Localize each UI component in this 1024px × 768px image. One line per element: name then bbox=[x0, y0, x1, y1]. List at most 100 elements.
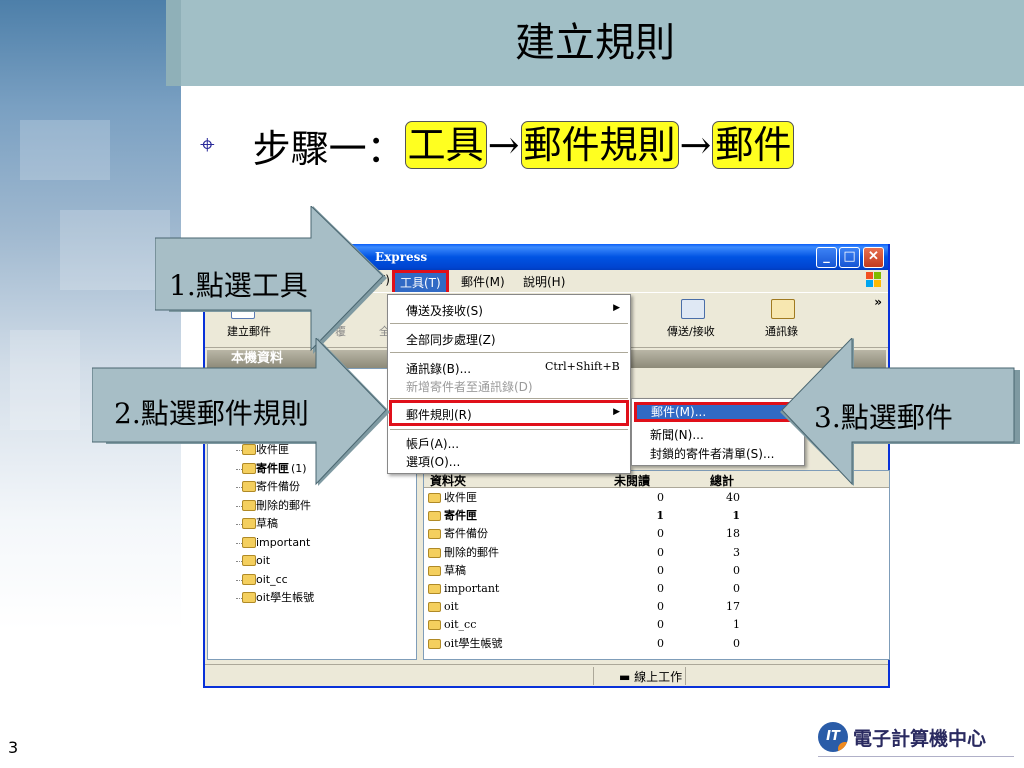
folder-icon bbox=[428, 547, 441, 558]
folder-grid-total: 18 bbox=[726, 527, 740, 541]
folder-grid-total: 40 bbox=[726, 491, 740, 504]
step-instruction: ⌖ 步驟一： 工具 → 郵件規則 → 郵件 bbox=[200, 118, 795, 172]
folder-grid-total: 0 bbox=[733, 581, 740, 595]
menu-item-address-book-shortcut: Ctrl+Shift+B bbox=[545, 360, 620, 373]
submenu-item-blocked-senders[interactable]: 封鎖的寄件者清單(S)... bbox=[650, 445, 774, 462]
tree-folder-label: 草稿 bbox=[256, 517, 278, 530]
slide: 建立規則 ⌖ 步驟一： 工具 → 郵件規則 → 郵件 Express _ □ ✕… bbox=[0, 0, 1024, 768]
send-receive-icon bbox=[681, 299, 705, 319]
menu-item-options[interactable]: 選項(O)... bbox=[406, 453, 460, 470]
folder-icon bbox=[242, 536, 256, 548]
logo-underline bbox=[818, 756, 1014, 757]
page-number: 3 bbox=[8, 738, 19, 757]
tree-folder-item[interactable]: oit_cc bbox=[228, 571, 314, 590]
status-online: ▬ 線上工作 bbox=[619, 668, 682, 685]
menu-separator bbox=[390, 323, 628, 324]
folder-grid-name: important bbox=[444, 581, 500, 595]
col-folder[interactable]: 資料夾 bbox=[430, 472, 466, 489]
callout-3-text: 3.點選郵件 bbox=[814, 401, 953, 434]
folder-grid-unread: 1 bbox=[656, 509, 664, 523]
folder-grid-unread: 0 bbox=[657, 527, 664, 541]
tree-folder-item[interactable]: 草稿 bbox=[228, 515, 314, 534]
folder-grid-row[interactable]: oit學生帳號 0 0 bbox=[424, 635, 889, 653]
menu-help[interactable]: 說明(H) bbox=[523, 273, 565, 290]
submenu-arrow-icon: ▶ bbox=[613, 303, 620, 313]
menu-item-send-receive[interactable]: 傳送及接收(S) bbox=[406, 302, 483, 319]
folder-grid-total: 3 bbox=[733, 545, 740, 559]
step-mail: 郵件 bbox=[712, 121, 795, 169]
toolbar-more-button[interactable]: » bbox=[874, 295, 882, 309]
crosshair-bullet-icon: ⌖ bbox=[200, 129, 215, 160]
folder-grid-total: 17 bbox=[726, 600, 740, 614]
menu-item-mail-rules[interactable]: 郵件規則(R) bbox=[406, 406, 472, 423]
folder-grid-row[interactable]: 寄件匣 1 1 bbox=[424, 507, 889, 525]
computer-icon: ▬ bbox=[619, 670, 635, 684]
folder-grid-name: 收件匣 bbox=[444, 491, 477, 504]
folder-grid-unread: 0 bbox=[657, 636, 664, 650]
tree-folder-label: 刪除的郵件 bbox=[256, 498, 311, 512]
step-tools: 工具 bbox=[404, 121, 487, 169]
close-button[interactable]: ✕ bbox=[863, 247, 884, 268]
folder-grid-row[interactable]: oit_cc 0 1 bbox=[424, 616, 889, 634]
tree-folder-label: oit bbox=[256, 554, 271, 567]
col-total[interactable]: 總計 bbox=[710, 472, 734, 489]
callout-2: 2.點選郵件規則 bbox=[92, 338, 390, 488]
menu-separator bbox=[390, 398, 628, 399]
folder-grid-total: 1 bbox=[733, 618, 740, 632]
menu-item-sync-all[interactable]: 全部同步處理(Z) bbox=[406, 331, 496, 348]
folder-icon bbox=[242, 518, 256, 529]
toolbar-addresses-button[interactable]: 通訊錄 bbox=[765, 323, 798, 339]
folder-grid-total: 0 bbox=[733, 563, 740, 577]
folder-grid-row[interactable]: 收件匣 0 40 bbox=[424, 489, 889, 507]
folder-icon bbox=[242, 555, 256, 566]
minimize-button[interactable]: _ bbox=[816, 247, 837, 268]
folder-grid-total: 0 bbox=[733, 636, 740, 650]
folder-grid-row[interactable]: 刪除的郵件 0 3 bbox=[424, 544, 889, 562]
tree-folder-label: oit_cc bbox=[256, 572, 288, 586]
folder-icon bbox=[242, 499, 256, 511]
maximize-button[interactable]: □ bbox=[839, 247, 860, 268]
folder-grid-row[interactable]: 草稿 0 0 bbox=[424, 562, 889, 580]
folder-grid-name: oit學生帳號 bbox=[444, 636, 503, 650]
folder-grid-name: 刪除的郵件 bbox=[444, 545, 499, 559]
tools-menu: 傳送及接收(S) ▶ 全部同步處理(Z) 通訊錄(B)... Ctrl+Shif… bbox=[387, 294, 631, 474]
folder-icon bbox=[242, 592, 256, 603]
callout-3: 3.點選郵件 bbox=[780, 338, 1020, 488]
menu-mail[interactable]: 郵件(M) bbox=[461, 273, 505, 290]
folder-grid-unread: 0 bbox=[657, 618, 664, 632]
toolbar-send-receive-button[interactable]: 傳送/接收 bbox=[667, 323, 715, 339]
tree-folder-item[interactable]: oit bbox=[228, 552, 314, 571]
message-rules-submenu: 郵件(M)... 新聞(N)... 封鎖的寄件者清單(S)... bbox=[631, 398, 805, 466]
folder-grid-row[interactable]: important 0 0 bbox=[424, 580, 889, 598]
step-arrow-1: → bbox=[487, 123, 520, 167]
folder-grid-name: oit_cc bbox=[444, 618, 477, 632]
menu-separator bbox=[390, 429, 628, 430]
tree-folder-item[interactable]: 刪除的郵件 bbox=[228, 497, 314, 516]
callout-1: 1.點選工具 bbox=[155, 206, 387, 358]
col-unread[interactable]: 未閱讀 bbox=[614, 472, 650, 489]
submenu-item-mail[interactable]: 郵件(M)... bbox=[634, 402, 802, 422]
folder-grid-row[interactable]: oit 0 17 bbox=[424, 598, 889, 616]
tree-folder-item[interactable]: oit學生帳號 bbox=[228, 589, 314, 608]
folder-grid: 收件匣 0 40 寄件匣 1 1 寄件備份 0 18 刪除的郵件 0 3 草稿 0 0 important 0 0… bbox=[424, 489, 889, 653]
callout-2-text: 2.點選郵件規則 bbox=[114, 397, 309, 430]
tree-folder-item[interactable]: important bbox=[228, 534, 314, 553]
menu-item-address-book[interactable]: 通訊錄(B)... bbox=[406, 360, 471, 377]
folder-grid-name: 草稿 bbox=[444, 563, 466, 577]
folder-icon bbox=[428, 638, 441, 649]
logo-text: 電子計算機中心 bbox=[853, 727, 987, 750]
address-book-icon bbox=[771, 299, 795, 319]
tree-folder-label: oit學生帳號 bbox=[256, 591, 315, 604]
statusbar: ▬ 線上工作 bbox=[205, 664, 888, 686]
folder-grid-name: oit bbox=[444, 600, 459, 614]
folder-icon bbox=[428, 511, 441, 522]
folder-list-pane: 資料夾 未閱讀 總計 收件匣 0 40 寄件匣 1 1 寄件備份 0 18 刪除的郵件 0 3 草稿 0 0… bbox=[423, 470, 890, 660]
menu-item-accounts[interactable]: 帳戶(A)... bbox=[406, 435, 459, 452]
folder-grid-row[interactable]: 寄件備份 0 18 bbox=[424, 525, 889, 543]
submenu-item-news[interactable]: 新聞(N)... bbox=[650, 426, 704, 443]
status-online-label: 線上工作 bbox=[634, 670, 683, 684]
step-mail-rules: 郵件規則 bbox=[520, 121, 679, 169]
center-logo: IT 電子計算機中心 bbox=[818, 722, 986, 752]
folder-icon bbox=[428, 583, 441, 594]
folder-grid-total: 1 bbox=[732, 509, 740, 523]
